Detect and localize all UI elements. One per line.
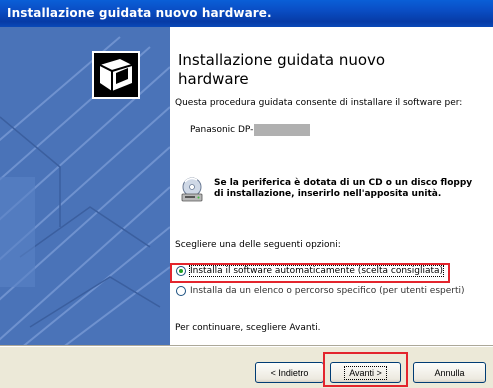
- title-bar: Installazione guidata nuovo hardware.: [0, 0, 493, 27]
- device-name: Panasonic DP-: [190, 125, 254, 135]
- continue-hint: Per continuare, scegliere Avanti.: [175, 323, 321, 333]
- next-button[interactable]: Avanti >: [330, 362, 401, 383]
- option-manual-install-label: Installa da un elenco o percorso specifi…: [190, 286, 465, 296]
- back-button-label: < Indietro: [270, 367, 309, 378]
- radio-auto-install[interactable]: [176, 266, 186, 276]
- device-row: Panasonic DP-: [190, 124, 311, 136]
- cd-notice: Se la periferica è dotata di un CD o un …: [214, 178, 473, 199]
- hardware-banner-graphic: [0, 36, 170, 345]
- cd-drive-icon: [181, 177, 203, 202]
- wizard-window: Installazione guidata nuovo hardware. In…: [0, 0, 493, 388]
- wizard-side-banner: [0, 27, 170, 345]
- option-auto-install[interactable]: Installa il software automaticamente (sc…: [176, 265, 445, 277]
- intro-text: Questa procedura guidata consente di ins…: [175, 98, 463, 108]
- option-manual-install[interactable]: Installa da un elenco o percorso specifi…: [176, 286, 465, 296]
- page-heading: Installazione guidata nuovo hardware: [178, 51, 386, 88]
- cancel-button-label: Annulla: [434, 367, 465, 378]
- option-auto-install-label: Installa il software automaticamente (sc…: [188, 265, 445, 277]
- footer-divider: [0, 345, 493, 347]
- next-button-label: Avanti >: [344, 365, 387, 380]
- redacted-model: [254, 124, 311, 136]
- hardware-icon: [92, 51, 140, 99]
- wizard-content: Installazione guidata nuovo hardware Que…: [170, 27, 493, 345]
- radio-manual-install[interactable]: [176, 286, 186, 296]
- cancel-button[interactable]: Annulla: [413, 362, 486, 383]
- back-button[interactable]: < Indietro: [255, 362, 324, 383]
- options-prompt: Scegliere una delle seguenti opzioni:: [175, 240, 341, 250]
